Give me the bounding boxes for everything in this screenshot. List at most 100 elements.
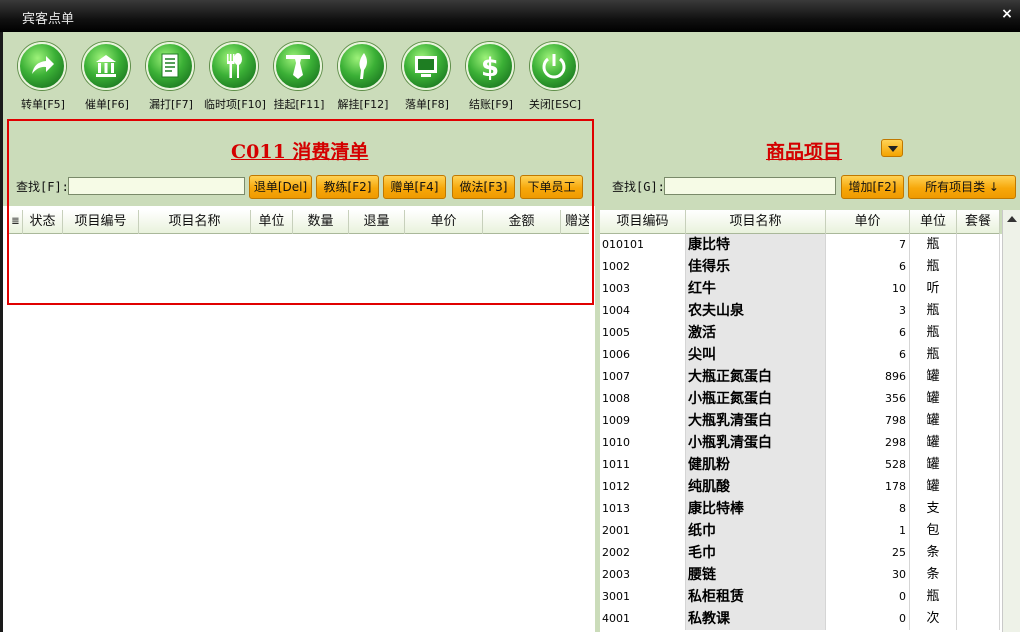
consumption-list-panel: C011 消费清单 查找[F]: 退单[Del] 教练[F2] 赠单[F4] 做… (3, 116, 595, 632)
table-row[interactable]: 2001 纸巾 1 包 (600, 520, 1000, 542)
item-set-cell (957, 234, 1000, 256)
table-row[interactable]: 1007 大瓶正氮蛋白 896 罐 (600, 366, 1000, 388)
table-row[interactable]: 1002 佳得乐 6 瓶 (600, 256, 1000, 278)
power-icon (530, 42, 578, 90)
temp-item-button[interactable]: 临时项[F10] (204, 42, 266, 116)
item-name-cell: 私教课 (686, 608, 826, 630)
item-unit-cell: 听 (910, 278, 957, 300)
item-set-cell (957, 256, 1000, 278)
item-unit-cell: 瓶 (910, 234, 957, 256)
fork-spoon-icon (210, 42, 258, 90)
table-row[interactable]: 1005 激活 6 瓶 (600, 322, 1000, 344)
item-name-cell: 大瓶正氮蛋白 (686, 366, 826, 388)
suspend-button[interactable]: 挂起[F11] (269, 42, 329, 116)
col-item-code[interactable]: 项目编码 (600, 210, 686, 234)
missed-print-button[interactable]: 漏打[F7] (141, 42, 201, 116)
item-unit-cell: 罐 (910, 432, 957, 454)
item-set-cell (957, 344, 1000, 366)
close-button[interactable]: 关闭[ESC] (525, 42, 585, 116)
item-price-cell: 10 (826, 278, 910, 300)
item-price-cell: 356 (826, 388, 910, 410)
item-code-cell: 1013 (600, 498, 686, 520)
col-product-name[interactable]: 项目名称 (686, 210, 826, 234)
table-row[interactable]: 1013 康比特棒 8 支 (600, 498, 1000, 520)
place-order-label: 落单[F8] (405, 98, 449, 111)
item-set-cell (957, 608, 1000, 630)
item-name-cell: 毛巾 (686, 542, 826, 564)
add-item-button[interactable]: 增加[F2] (841, 175, 904, 199)
item-code-cell: 1006 (600, 344, 686, 366)
table-row[interactable]: 2003 腰链 30 条 (600, 564, 1000, 586)
item-name-cell: 腰链 (686, 564, 826, 586)
item-set-cell (957, 388, 1000, 410)
chevron-down-icon[interactable] (881, 139, 903, 157)
table-row[interactable]: 1009 大瓶乳清蛋白 798 罐 (600, 410, 1000, 432)
item-code-cell: 1008 (600, 388, 686, 410)
col-product-price[interactable]: 单价 (826, 210, 910, 234)
item-name-cell: 康比特棒 (686, 498, 826, 520)
item-category-dropdown[interactable]: 所有项目类 ↓ (908, 175, 1016, 199)
col-set-meal[interactable]: 套餐 (957, 210, 1000, 234)
monitor-icon (402, 42, 450, 90)
item-price-cell: 178 (826, 476, 910, 498)
item-code-cell: 1009 (600, 410, 686, 432)
place-order-button[interactable]: 落单[F8] (397, 42, 457, 116)
item-name-cell: 佳得乐 (686, 256, 826, 278)
table-row[interactable]: 1011 健肌粉 528 罐 (600, 454, 1000, 476)
consumption-highlight-frame (7, 119, 594, 305)
bank-building-icon (82, 42, 130, 90)
table-row[interactable]: 3001 私柜租赁 0 瓶 (600, 586, 1000, 608)
item-code-cell: 1007 (600, 366, 686, 388)
item-set-cell (957, 454, 1000, 476)
item-set-cell (957, 366, 1000, 388)
rush-order-button[interactable]: 催单[F6] (77, 42, 137, 116)
table-row[interactable]: 010101 康比特 7 瓶 (600, 234, 1000, 256)
item-price-cell: 298 (826, 432, 910, 454)
table-row[interactable]: 1008 小瓶正氮蛋白 356 罐 (600, 388, 1000, 410)
toolbar: 转单[F5] 催单[F6] 漏打[F7] 临时项[F10] 挂起[F11] 解挂… (3, 32, 1020, 116)
item-price-cell: 3 (826, 300, 910, 322)
svg-text:$: $ (481, 53, 499, 83)
table-row[interactable]: 1006 尖叫 6 瓶 (600, 344, 1000, 366)
tie-icon (274, 42, 322, 90)
table-row[interactable]: 2002 毛巾 25 条 (600, 542, 1000, 564)
table-row[interactable]: 1012 纯肌酸 178 罐 (600, 476, 1000, 498)
item-unit-cell: 包 (910, 520, 957, 542)
table-row[interactable]: 1010 小瓶乳清蛋白 298 罐 (600, 432, 1000, 454)
transfer-order-button[interactable]: 转单[F5] (13, 42, 73, 116)
right-search-input[interactable] (664, 177, 836, 195)
scroll-up-icon[interactable] (1007, 216, 1017, 222)
item-unit-cell: 瓶 (910, 586, 957, 608)
product-grid: 010101 康比特 7 瓶 1002 佳得乐 6 瓶 1003 红牛 10 听 1004 农夫山泉 3 瓶 1… (600, 210, 1020, 632)
item-name-cell: 激活 (686, 322, 826, 344)
table-row[interactable]: 4001 私教课 0 次 (600, 608, 1000, 630)
main-area: 转单[F5] 催单[F6] 漏打[F7] 临时项[F10] 挂起[F11] 解挂… (3, 32, 1020, 632)
product-panel: 商品项目 查找[G]: 增加[F2] 所有项目类 ↓ 项目编码 项目名称 单价 … (598, 116, 1020, 632)
item-set-cell (957, 564, 1000, 586)
item-code-cell: 1012 (600, 476, 686, 498)
table-row[interactable]: 1004 农夫山泉 3 瓶 (600, 300, 1000, 322)
item-name-cell: 小瓶乳清蛋白 (686, 432, 826, 454)
item-set-cell (957, 520, 1000, 542)
item-set-cell (957, 586, 1000, 608)
close-icon[interactable]: × (1000, 7, 1014, 21)
item-set-cell (957, 498, 1000, 520)
product-scrollbar[interactable] (1002, 210, 1020, 632)
unsuspend-button[interactable]: 解挂[F12] (333, 42, 393, 116)
product-grid-header: 项目编码 项目名称 单价 单位 套餐 (600, 210, 1000, 234)
item-set-cell (957, 300, 1000, 322)
window-title: 宾客点单 (22, 12, 75, 27)
col-product-unit[interactable]: 单位 (910, 210, 957, 234)
item-price-cell: 1 (826, 520, 910, 542)
title-bar: 宾客点单 × (0, 0, 1020, 32)
item-set-cell (957, 278, 1000, 300)
item-price-cell: 30 (826, 564, 910, 586)
checkout-button[interactable]: $ 结账[F9] (461, 42, 521, 116)
item-name-cell: 小瓶正氮蛋白 (686, 388, 826, 410)
item-unit-cell: 罐 (910, 476, 957, 498)
temp-item-label: 临时项[F10] (204, 98, 266, 111)
item-price-cell: 0 (826, 586, 910, 608)
table-row[interactable]: 1003 红牛 10 听 (600, 278, 1000, 300)
item-code-cell: 2002 (600, 542, 686, 564)
product-panel-title: 商品项目 (766, 141, 843, 163)
